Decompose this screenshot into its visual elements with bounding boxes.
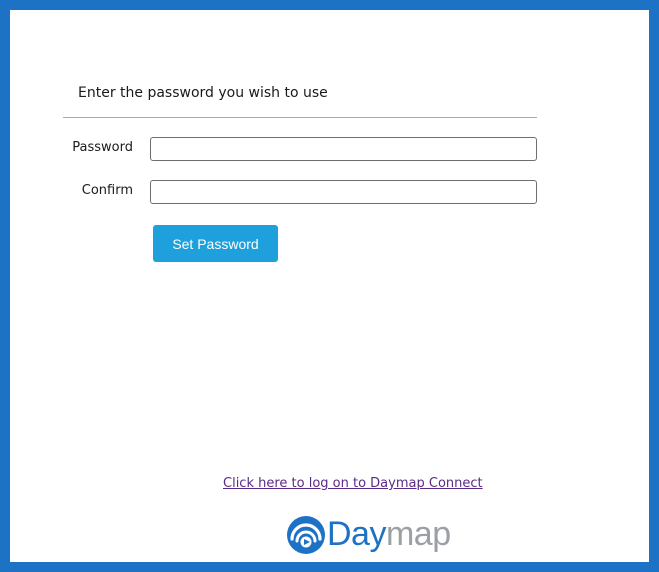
heading-divider — [63, 117, 537, 118]
daymap-logo: Daymap — [283, 512, 451, 556]
daymap-logo-wordmark: Daymap — [327, 512, 451, 556]
logon-daymap-connect-link[interactable]: Click here to log on to Daymap Connect — [223, 476, 483, 491]
set-password-button[interactable]: Set Password — [153, 225, 278, 262]
logo-word-map: map — [385, 515, 451, 553]
page-frame: Enter the password you wish to use Passw… — [0, 0, 659, 572]
form-heading: Enter the password you wish to use — [78, 85, 328, 101]
logo-word-day: Day — [327, 515, 386, 553]
password-label: Password — [72, 140, 133, 155]
confirm-label: Confirm — [81, 183, 133, 198]
daymap-logo-icon — [287, 516, 325, 554]
confirm-password-input[interactable] — [150, 180, 537, 204]
password-input[interactable] — [150, 137, 537, 161]
